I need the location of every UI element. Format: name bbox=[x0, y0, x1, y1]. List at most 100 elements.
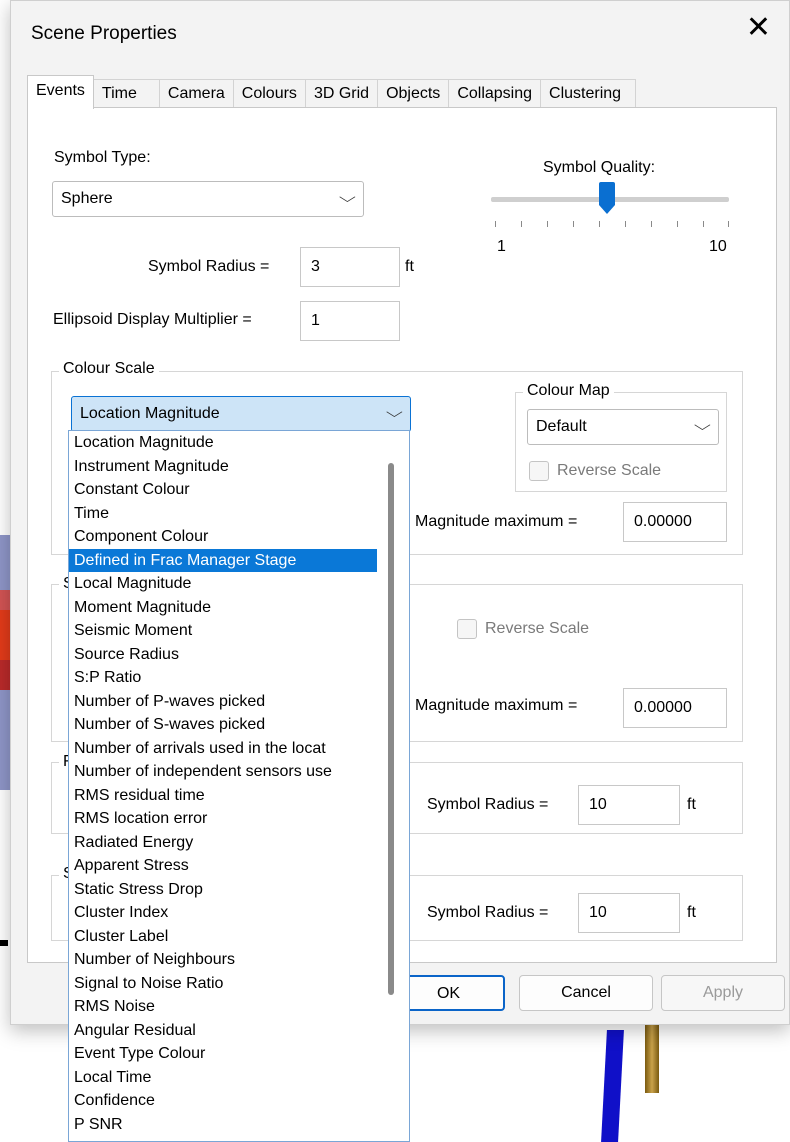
symbol-quality-label: Symbol Quality: bbox=[543, 159, 656, 176]
tab-strip: Events Time Camera Colours 3D Grid Objec… bbox=[27, 75, 637, 109]
dropdown-option[interactable]: Static Stress Drop bbox=[69, 878, 377, 902]
slider-tick bbox=[599, 221, 600, 227]
symbol-radius-label: Symbol Radius = bbox=[148, 258, 270, 275]
tab-camera[interactable]: Camera bbox=[158, 79, 234, 109]
size-mag-max-input[interactable]: 0.00000 bbox=[623, 688, 727, 728]
colour-reverse-label: Reverse Scale bbox=[557, 462, 662, 479]
colour-scale-value: Location Magnitude bbox=[80, 405, 220, 422]
dropdown-option[interactable]: Event Type Colour bbox=[69, 1042, 377, 1066]
tab-collapsing[interactable]: Collapsing bbox=[448, 79, 542, 109]
colour-mag-max-input[interactable]: 0.00000 bbox=[623, 502, 727, 542]
dropdown-option[interactable]: S:P Ratio bbox=[69, 666, 377, 690]
dropdown-option[interactable]: Seismic Moment bbox=[69, 619, 377, 643]
dropdown-option[interactable]: Number of P-waves picked bbox=[69, 690, 377, 714]
tab-events[interactable]: Events bbox=[27, 75, 94, 109]
ellipsoid-multiplier-value: 1 bbox=[311, 312, 320, 329]
symbol-type-select[interactable]: Sphere ⌵ bbox=[52, 181, 364, 217]
colour-scale-dropdown-list[interactable]: Location Magnitude Instrument Magnitude Co… bbox=[68, 430, 410, 1142]
slider-tick bbox=[703, 221, 704, 227]
symbol-radius-input[interactable]: 3 bbox=[300, 247, 400, 287]
colour-map-legend: Colour Map bbox=[523, 382, 614, 400]
dropdown-option[interactable]: RMS location error bbox=[69, 807, 377, 831]
tab-3d-grid[interactable]: 3D Grid bbox=[304, 79, 379, 109]
dropdown-option[interactable]: Local Time bbox=[69, 1066, 377, 1090]
group-4-radius-value: 10 bbox=[589, 904, 607, 921]
dropdown-option[interactable]: Source Radius bbox=[69, 643, 377, 667]
dropdown-option[interactable]: Moment Magnitude bbox=[69, 596, 377, 620]
scene-fragment bbox=[0, 690, 10, 790]
dropdown-option[interactable]: RMS Noise bbox=[69, 995, 377, 1019]
title-bar: Scene Properties ✕ bbox=[11, 1, 789, 69]
slider-tick bbox=[573, 221, 574, 227]
symbol-quality-min: 1 bbox=[497, 238, 506, 255]
dropdown-option[interactable]: Constant Colour bbox=[69, 478, 377, 502]
dropdown-option[interactable]: Angular Residual bbox=[69, 1019, 377, 1043]
dropdown-option[interactable]: Radiated Energy bbox=[69, 831, 377, 855]
size-mag-max-label: Magnitude maximum = bbox=[415, 697, 578, 714]
symbol-radius-unit: ft bbox=[405, 258, 414, 275]
cancel-button[interactable]: Cancel bbox=[519, 975, 653, 1011]
chevron-down-icon: ⌵ bbox=[386, 404, 404, 420]
scene-fragment bbox=[0, 940, 8, 946]
dropdown-option[interactable]: Component Colour bbox=[69, 525, 377, 549]
dropdown-option[interactable]: Number of arrivals used in the locat bbox=[69, 737, 377, 761]
colour-mag-max-value: 0.00000 bbox=[634, 513, 692, 530]
scene-fragment bbox=[0, 610, 10, 660]
dropdown-option[interactable]: Confidence bbox=[69, 1089, 377, 1113]
symbol-quality-max: 10 bbox=[709, 238, 727, 255]
scene-well-blue bbox=[601, 1030, 624, 1142]
group-4-radius-label: Symbol Radius = bbox=[427, 904, 549, 921]
colour-scale-select[interactable]: Location Magnitude ⌵ bbox=[71, 396, 411, 432]
dropdown-option[interactable]: Local Magnitude bbox=[69, 572, 377, 596]
size-reverse-label: Reverse Scale bbox=[485, 620, 590, 637]
dialog-title: Scene Properties bbox=[31, 23, 177, 44]
tab-time[interactable]: Time bbox=[92, 79, 160, 109]
slider-tick bbox=[495, 221, 496, 227]
slider-tick bbox=[728, 221, 729, 227]
tab-colours[interactable]: Colours bbox=[232, 79, 306, 109]
colour-reverse-checkbox[interactable] bbox=[529, 461, 549, 481]
dropdown-option[interactable]: Number of Neighbours bbox=[69, 948, 377, 972]
group-3-radius-value: 10 bbox=[589, 796, 607, 813]
dropdown-option[interactable]: Signal to Noise Ratio bbox=[69, 972, 377, 996]
dropdown-option[interactable]: Location Magnitude bbox=[69, 431, 377, 455]
group-4-radius-input[interactable]: 10 bbox=[578, 893, 680, 933]
symbol-quality-thumb[interactable] bbox=[598, 181, 616, 215]
ellipsoid-multiplier-input[interactable]: 1 bbox=[300, 301, 400, 341]
dropdown-option[interactable]: Cluster Label bbox=[69, 925, 377, 949]
dropdown-option[interactable]: Instrument Magnitude bbox=[69, 455, 377, 479]
dropdown-option[interactable]: Number of S-waves picked bbox=[69, 713, 377, 737]
group-3-unit: ft bbox=[687, 796, 696, 813]
dropdown-scrollbar-thumb[interactable] bbox=[388, 463, 394, 995]
dropdown-option[interactable]: P SNR bbox=[69, 1113, 377, 1137]
slider-tick bbox=[677, 221, 678, 227]
tab-clustering[interactable]: Clustering bbox=[540, 79, 637, 109]
scene-fragment bbox=[0, 590, 10, 610]
slider-tick bbox=[651, 221, 652, 227]
colour-scale-legend: Colour Scale bbox=[59, 360, 159, 378]
close-icon[interactable]: ✕ bbox=[746, 13, 771, 43]
chevron-down-icon: ⌵ bbox=[694, 417, 712, 433]
group-3-radius-input[interactable]: 10 bbox=[578, 785, 680, 825]
colour-map-select[interactable]: Default ⌵ bbox=[527, 409, 719, 445]
scene-fragment bbox=[0, 660, 10, 690]
colour-mag-max-label: Magnitude maximum = bbox=[415, 513, 578, 530]
group-4-unit: ft bbox=[687, 904, 696, 921]
symbol-type-value: Sphere bbox=[61, 190, 113, 207]
slider-tick bbox=[521, 221, 522, 227]
dropdown-option[interactable]: Apparent Stress bbox=[69, 854, 377, 878]
dropdown-option[interactable]: Cluster Index bbox=[69, 901, 377, 925]
dropdown-option[interactable]: RMS residual time bbox=[69, 784, 377, 808]
scene-well-gold bbox=[645, 1025, 659, 1093]
apply-button[interactable]: Apply bbox=[661, 975, 785, 1011]
slider-tick bbox=[547, 221, 548, 227]
size-reverse-checkbox[interactable] bbox=[457, 619, 477, 639]
dropdown-option[interactable]: Number of independent sensors use bbox=[69, 760, 377, 784]
colour-map-value: Default bbox=[536, 418, 587, 435]
scene-fragment bbox=[0, 535, 10, 590]
dropdown-option[interactable]: Defined in Frac Manager Stage bbox=[69, 548, 377, 572]
symbol-type-label: Symbol Type: bbox=[54, 149, 151, 166]
tab-objects[interactable]: Objects bbox=[377, 79, 450, 109]
symbol-radius-value: 3 bbox=[311, 258, 320, 275]
dropdown-option[interactable]: Time bbox=[69, 502, 377, 526]
